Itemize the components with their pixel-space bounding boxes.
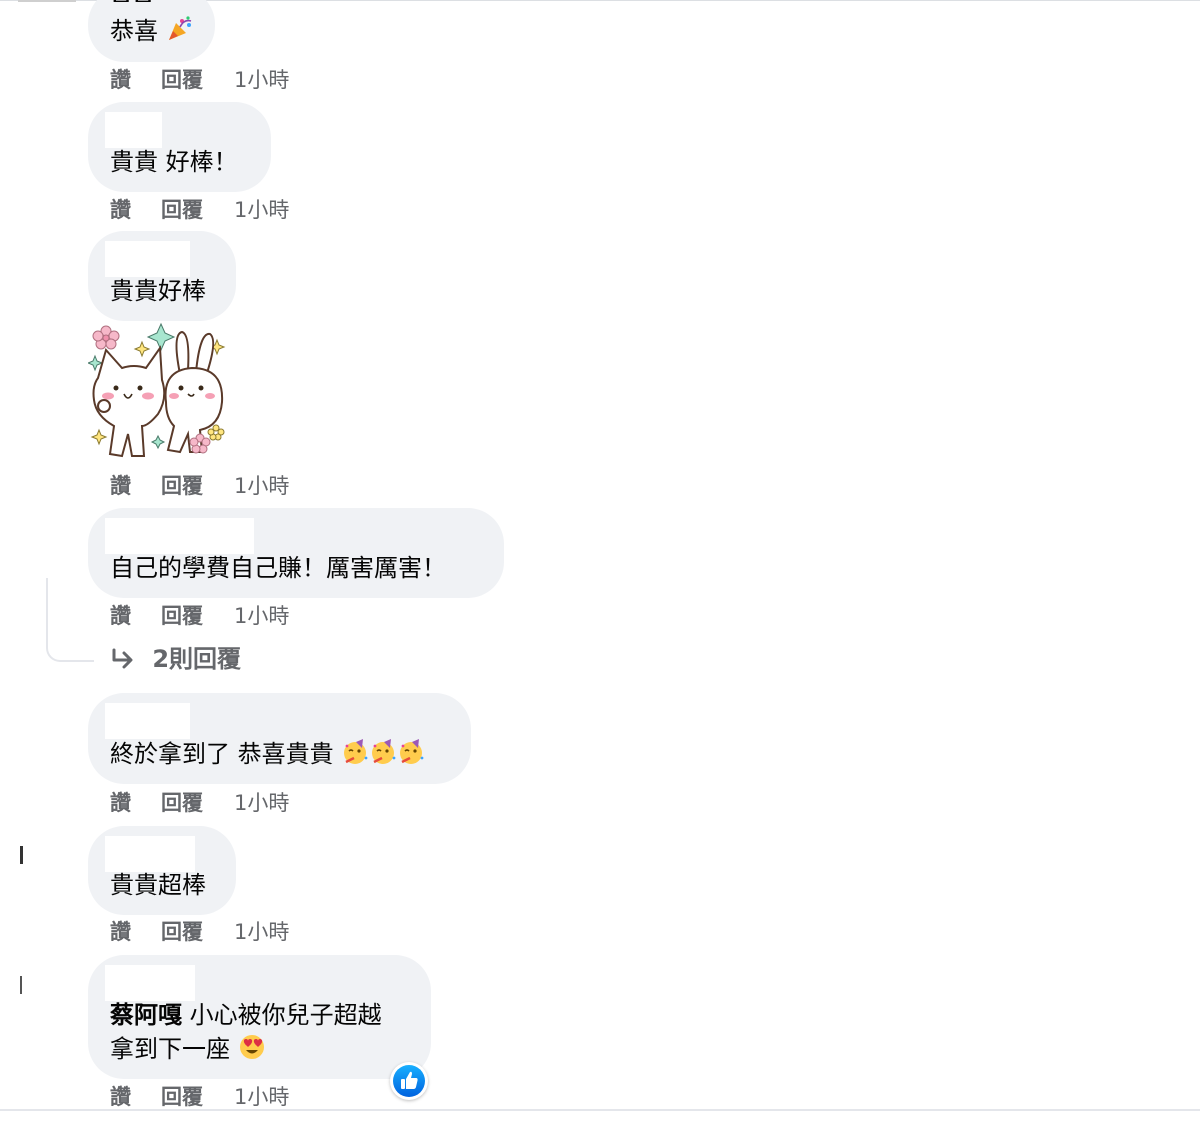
timestamp[interactable]: 1小時: [234, 788, 289, 818]
timestamp[interactable]: 1小時: [234, 195, 289, 225]
timestamp[interactable]: 1小時: [234, 471, 289, 501]
comment-text: 恭喜: [110, 17, 158, 45]
commenter-name[interactable]: 貴貴: [110, 0, 154, 2]
commenter-name-redacted: [105, 965, 195, 1001]
avatar[interactable]: [20, 846, 23, 864]
comment-text: 終於拿到了 恭喜貴貴: [110, 740, 334, 768]
reply-thread-line: [46, 578, 94, 662]
cat-rabbit-sticker[interactable]: [88, 322, 228, 462]
reply-button[interactable]: 回覆: [161, 65, 203, 95]
view-replies-button[interactable]: 2則回覆: [110, 641, 241, 677]
party-popper-icon: [168, 16, 191, 40]
comment-text: 自己的學費自己賺！厲害厲害！: [110, 554, 446, 582]
like-button[interactable]: 讚: [110, 601, 131, 631]
comment-text: 小心被你兒子超越: [189, 1001, 382, 1029]
like-reaction-icon[interactable]: [390, 1062, 428, 1100]
timestamp[interactable]: 1小時: [234, 65, 289, 95]
view-replies-label[interactable]: 2則回覆: [152, 645, 241, 673]
heart-eyes-icon: [239, 1035, 264, 1059]
like-button[interactable]: 讚: [110, 65, 131, 95]
partying-face-icon: [400, 739, 424, 764]
timestamp[interactable]: 1小時: [234, 601, 289, 631]
comment-bubble: 自己的學費自己賺！厲害厲害！: [88, 508, 504, 598]
reply-button[interactable]: 回覆: [161, 788, 203, 818]
like-button[interactable]: 讚: [110, 471, 131, 501]
partying-face-icon: [372, 739, 396, 764]
thumbs-up-icon: [401, 1071, 418, 1089]
like-button[interactable]: 讚: [110, 1082, 131, 1112]
commenter-name-redacted: [105, 112, 162, 148]
timestamp[interactable]: 1小時: [234, 917, 289, 947]
commenter-name-redacted: [105, 518, 254, 554]
partying-face-icon: [344, 739, 368, 764]
comment-bubble: 貴貴好棒: [88, 231, 236, 321]
comment-bubble: 貴貴 恭喜: [88, 0, 215, 62]
reply-button[interactable]: 回覆: [161, 601, 203, 631]
reply-button[interactable]: 回覆: [161, 917, 203, 947]
reply-button[interactable]: 回覆: [161, 195, 203, 225]
reply-arrow-icon: [112, 648, 133, 669]
comment-bubble: 貴貴 好棒！: [88, 102, 271, 192]
commenter-name-redacted: [105, 703, 190, 739]
comment-bubble: 終於拿到了 恭喜貴貴: [88, 693, 471, 784]
comment-text: 貴貴好棒: [110, 277, 206, 305]
commenter-name-redacted: [105, 836, 195, 872]
reply-button[interactable]: 回覆: [161, 471, 203, 501]
like-button[interactable]: 讚: [110, 917, 131, 947]
comment-text: 貴貴 好棒！: [110, 148, 238, 176]
timestamp[interactable]: 1小時: [234, 1082, 289, 1112]
comment-bubble: 貴貴超棒: [88, 826, 236, 915]
avatar[interactable]: [20, 976, 22, 994]
avatar[interactable]: [18, 0, 76, 2]
flower-icon: [92, 325, 120, 350]
like-button[interactable]: 讚: [110, 788, 131, 818]
like-button[interactable]: 讚: [110, 195, 131, 225]
comment-text: 拿到下一座: [110, 1035, 230, 1063]
commenter-name-redacted: [105, 241, 190, 277]
mention-tag[interactable]: 蔡阿嘎: [110, 1001, 182, 1029]
bottom-divider: [0, 1109, 1200, 1111]
comment-text: 貴貴超棒: [110, 871, 206, 899]
reply-button[interactable]: 回覆: [161, 1082, 203, 1112]
comment-bubble: 蔡阿嘎 小心被你兒子超越 拿到下一座: [88, 955, 431, 1079]
